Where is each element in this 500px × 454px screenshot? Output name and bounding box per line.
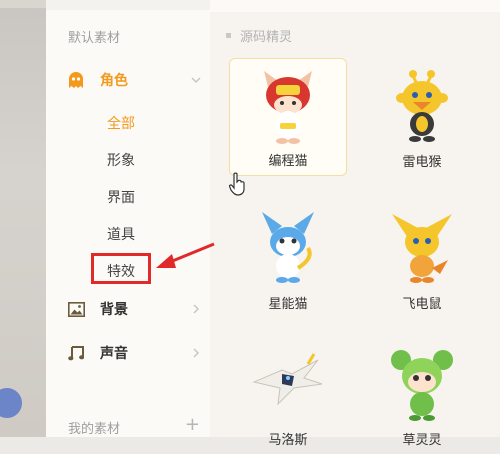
hand-pointer-icon: [229, 172, 245, 196]
annotation-arrow-icon: [156, 242, 215, 268]
